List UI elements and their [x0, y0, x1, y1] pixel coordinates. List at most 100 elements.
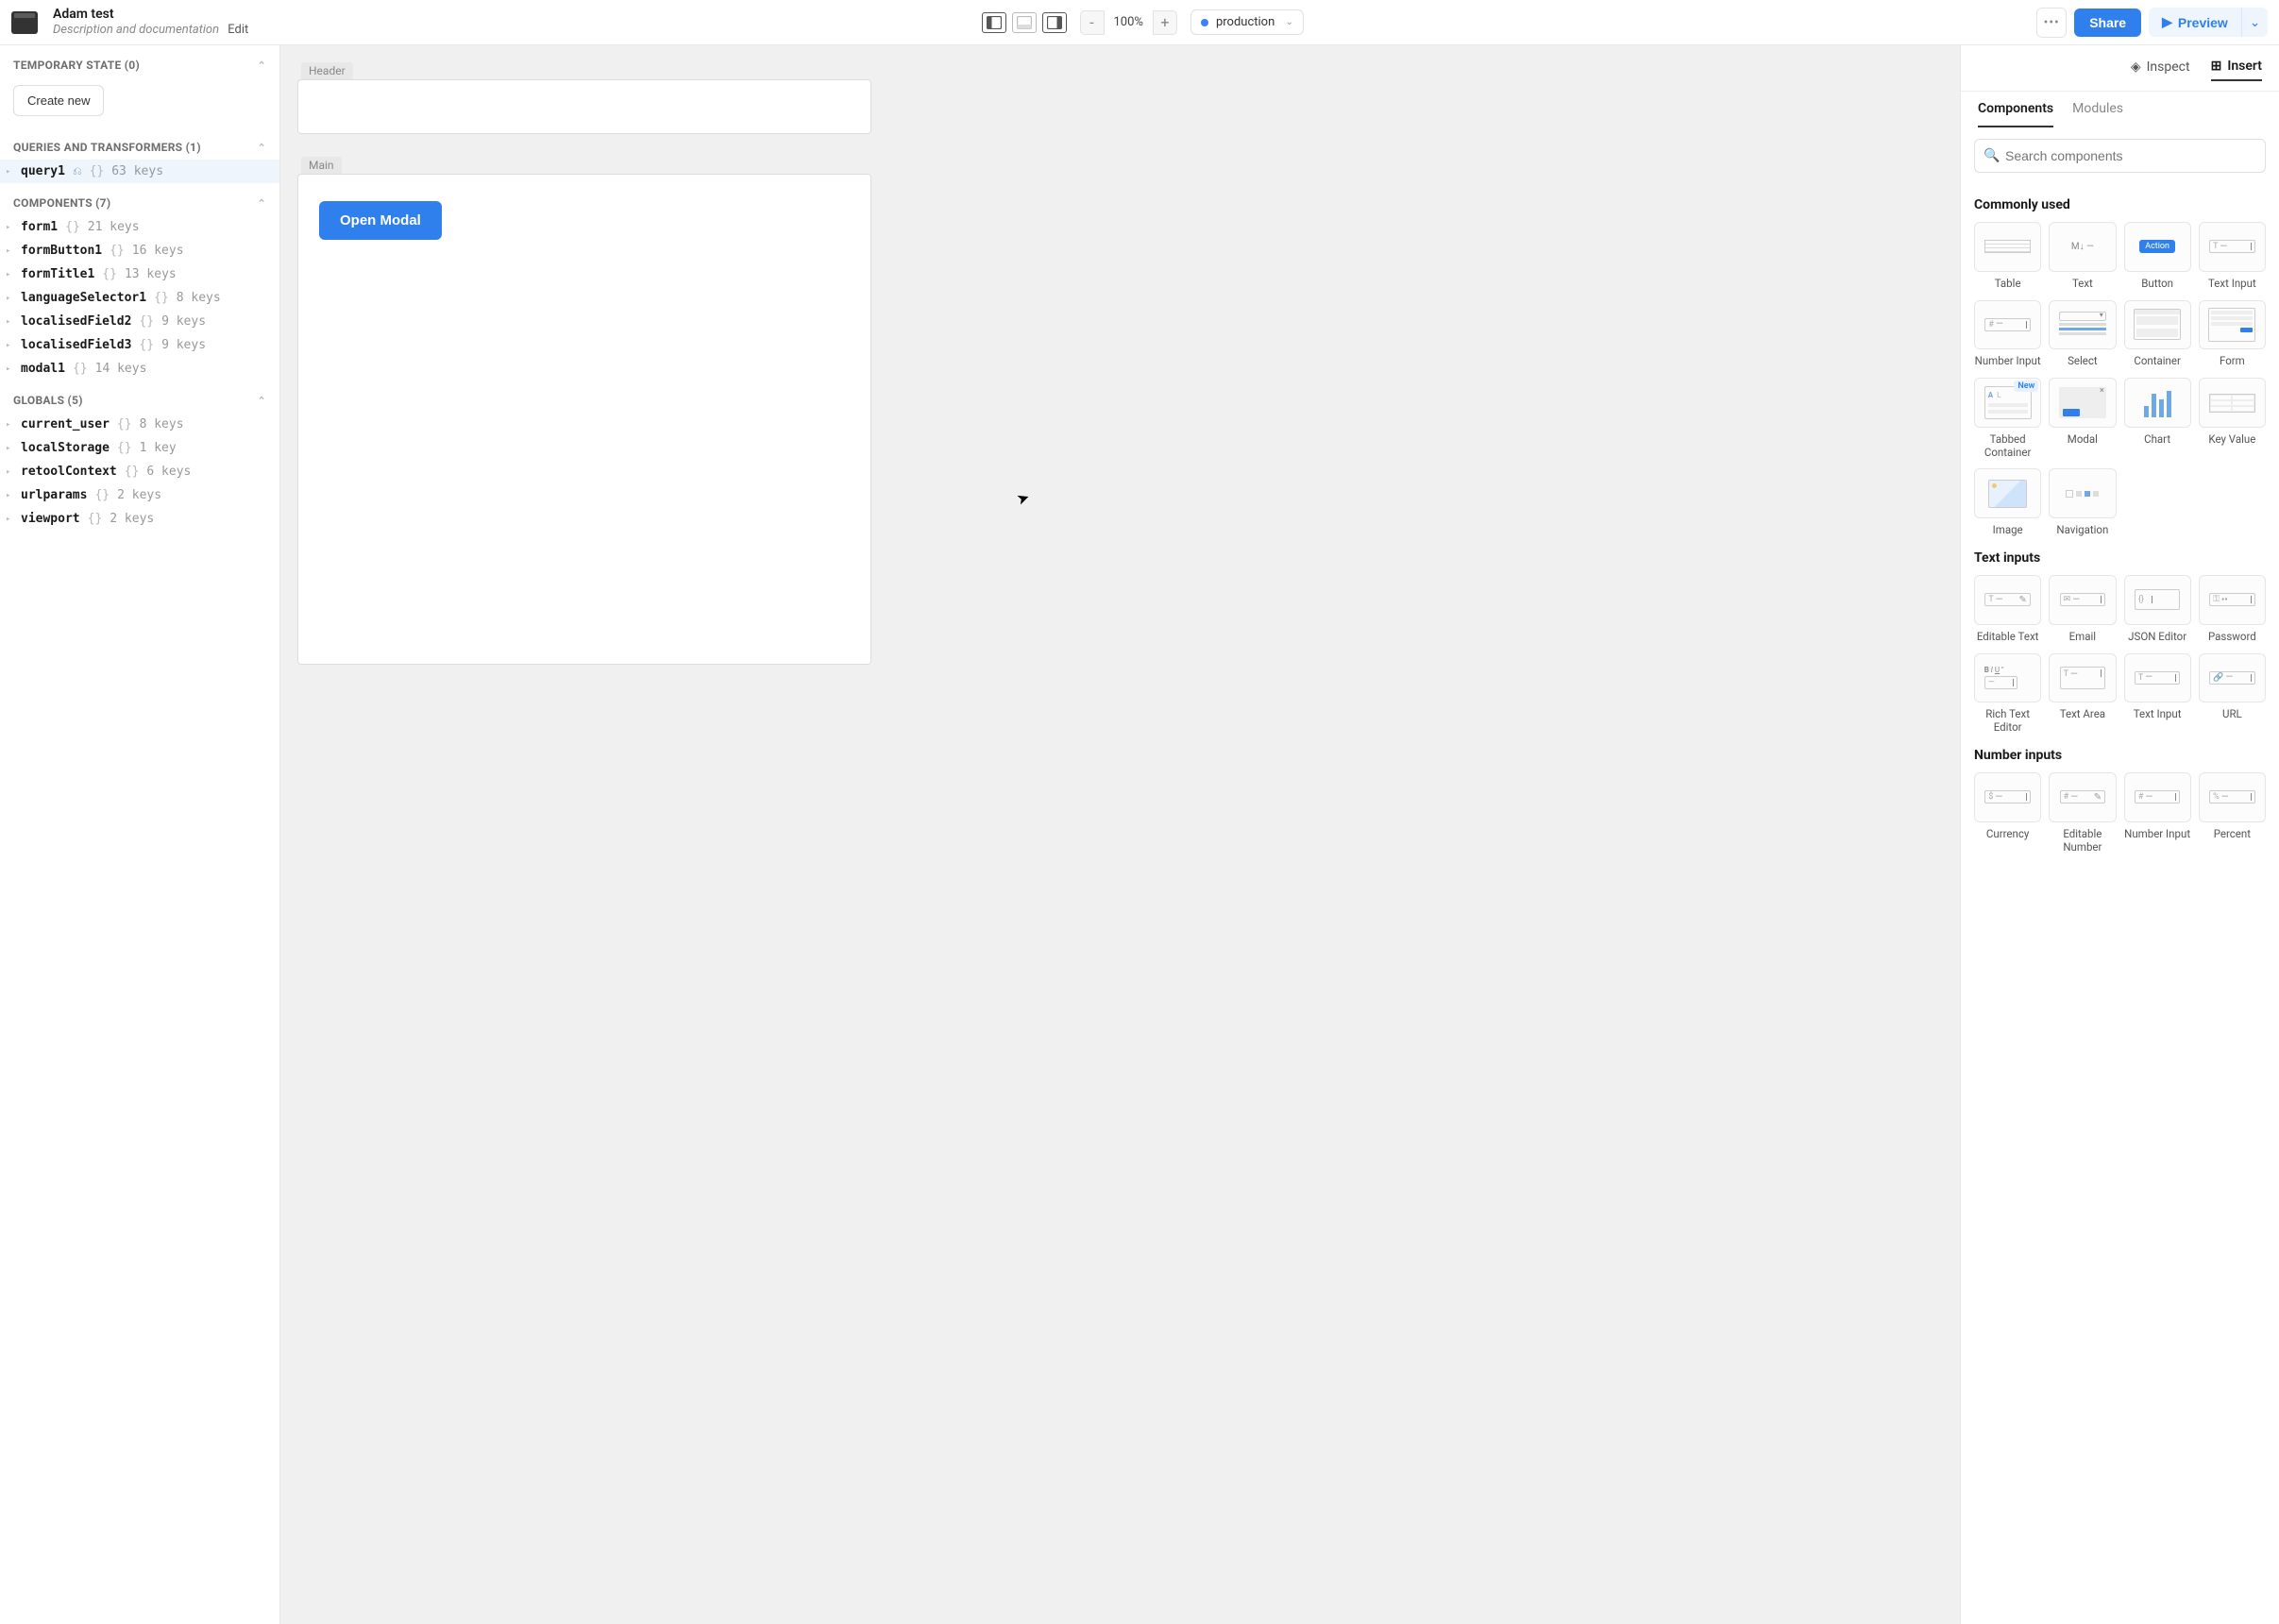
environment-select[interactable]: production ⌄ — [1190, 9, 1304, 35]
component-item-textarea[interactable]: T—Text Area — [2049, 653, 2116, 735]
component-item-rte[interactable]: B I U "—Rich Text Editor — [1974, 653, 2041, 735]
tree-row-formButton1[interactable]: ▸formButton1{}16 keys — [0, 239, 279, 262]
zoom-in-button[interactable]: + — [1153, 10, 1177, 35]
tree-row-localStorage[interactable]: ▸localStorage{}1 key — [0, 436, 279, 460]
play-icon: ▶ — [2162, 14, 2172, 30]
component-item-text[interactable]: M↓ —Text — [2049, 222, 2116, 291]
component-item-numberinput[interactable]: #— Number Input — [2124, 772, 2191, 854]
tree-row-viewport[interactable]: ▸viewport{}2 keys — [0, 507, 279, 531]
tree-row-localisedField3[interactable]: ▸localisedField3{}9 keys — [0, 333, 279, 357]
component-thumb: Action — [2124, 222, 2191, 272]
component-thumb: T— — [2124, 653, 2191, 703]
zoom-out-button[interactable]: - — [1080, 10, 1105, 35]
component-item-nav[interactable]: Navigation — [2049, 468, 2116, 537]
tree-row-name: query1 — [21, 164, 65, 178]
component-item-modal[interactable]: Modal — [2049, 378, 2116, 459]
component-item-tabbed[interactable]: ALNewTabbed Container — [1974, 378, 2041, 459]
share-button[interactable]: Share — [2074, 8, 2141, 37]
open-modal-button[interactable]: Open Modal — [319, 201, 442, 240]
layout-right-panel-toggle[interactable] — [1042, 12, 1067, 33]
tree-row-meta: 2 keys — [117, 488, 161, 502]
component-item-select[interactable]: Select — [2049, 300, 2116, 369]
tree-row-name: retoolContext — [21, 465, 117, 479]
component-item-image[interactable]: Image — [1974, 468, 2041, 537]
canvas-main-frame[interactable]: Open Modal — [297, 174, 871, 665]
canvas-header-frame[interactable] — [297, 79, 871, 134]
component-thumb: #— — [2124, 772, 2191, 822]
tree-row-urlparams[interactable]: ▸urlparams{}2 keys — [0, 483, 279, 507]
canvas-main-label: Main — [301, 157, 342, 174]
component-item-editnum[interactable]: #—✎Editable Number — [2049, 772, 2116, 854]
tree-row-current_user[interactable]: ▸current_user{}8 keys — [0, 413, 279, 436]
search-input[interactable] — [1974, 139, 2266, 173]
globals-section-header[interactable]: GLOBALS (5) ⌃ — [0, 381, 279, 413]
tree-row-meta: 8 keys — [140, 417, 184, 431]
page-subtitle: Description and documentation Edit — [53, 23, 248, 38]
tree-row-modal1[interactable]: ▸modal1{}14 keys — [0, 357, 279, 381]
chevron-up-icon: ⌃ — [257, 395, 266, 407]
component-thumb — [2199, 378, 2266, 428]
tree-row-form1[interactable]: ▸form1{}21 keys — [0, 215, 279, 239]
component-label: JSON Editor — [2128, 631, 2186, 644]
layout-left-panel-toggle[interactable] — [982, 12, 1006, 33]
component-item-textinput[interactable]: T—Text Input — [2199, 222, 2266, 291]
component-item-editabletext[interactable]: T—✎Editable Text — [1974, 575, 2041, 644]
tab-modules[interactable]: Modules — [2072, 101, 2123, 127]
component-label: URL — [2222, 708, 2242, 721]
braces-icon: {} — [139, 314, 154, 329]
temp-state-section-header[interactable]: TEMPORARY STATE (0) ⌃ — [0, 45, 279, 77]
component-item-button[interactable]: ActionButton — [2124, 222, 2191, 291]
preview-dropdown-button[interactable]: ⌄ — [2241, 8, 2268, 37]
component-item-url[interactable]: 🔗—URL — [2199, 653, 2266, 735]
edit-description-link[interactable]: Edit — [228, 23, 248, 37]
component-thumb: ALNew — [1974, 378, 2041, 428]
component-item-currency[interactable]: $—Currency — [1974, 772, 2041, 854]
caret-icon: ▸ — [6, 444, 13, 453]
component-item-percent[interactable]: %—Percent — [2199, 772, 2266, 854]
component-label: Number Input — [2124, 828, 2190, 841]
braces-icon: {} — [117, 417, 132, 431]
tree-row-query1[interactable]: ▸query1⎌{}63 keys — [0, 160, 279, 183]
tab-components[interactable]: Components — [1978, 101, 2053, 127]
component-list[interactable]: Commonly usedTableM↓ —TextActionButtonT—… — [1961, 184, 2279, 1624]
layout-bottom-panel-toggle[interactable] — [1012, 12, 1037, 33]
create-new-button[interactable]: Create new — [13, 85, 104, 116]
component-thumb — [1974, 468, 2041, 518]
preview-button[interactable]: ▶ Preview — [2149, 8, 2241, 37]
caret-icon: ▸ — [6, 270, 13, 279]
component-item-chart[interactable]: Chart — [2124, 378, 2191, 459]
search-icon: 🔍 — [1984, 148, 2000, 163]
component-item-table[interactable]: Table — [1974, 222, 2041, 291]
tab-insert[interactable]: ⊞ Insert — [2211, 59, 2262, 81]
caret-icon: ▸ — [6, 515, 13, 524]
component-thumb — [2049, 300, 2116, 350]
component-item-form[interactable]: Form — [2199, 300, 2266, 369]
caret-icon: ▸ — [6, 167, 13, 177]
app-icon[interactable] — [11, 11, 38, 34]
tree-row-name: localStorage — [21, 441, 110, 455]
component-thumb: ✉— — [2049, 575, 2116, 625]
tree-row-meta: 9 keys — [161, 314, 206, 329]
tree-row-localisedField2[interactable]: ▸localisedField2{}9 keys — [0, 310, 279, 333]
tree-row-name: formTitle1 — [21, 267, 94, 281]
component-item-container[interactable]: Container — [2124, 300, 2191, 369]
braces-icon: {} — [90, 164, 105, 178]
tree-row-formTitle1[interactable]: ▸formTitle1{}13 keys — [0, 262, 279, 286]
tree-row-retoolContext[interactable]: ▸retoolContext{}6 keys — [0, 460, 279, 483]
queries-section-header[interactable]: QUERIES AND TRANSFORMERS (1) ⌃ — [0, 127, 279, 160]
more-button[interactable]: ••• — [2036, 8, 2067, 38]
component-item-numberinput[interactable]: #—Number Input — [1974, 300, 2041, 369]
tree-row-languageSelector1[interactable]: ▸languageSelector1{}8 keys — [0, 286, 279, 310]
components-section-header[interactable]: COMPONENTS (7) ⌃ — [0, 183, 279, 215]
component-item-email[interactable]: ✉—Email — [2049, 575, 2116, 644]
component-item-json[interactable]: {}JSON Editor — [2124, 575, 2191, 644]
tree-row-meta: 14 keys — [95, 362, 147, 376]
component-label: Editable Text — [1977, 631, 2039, 644]
component-item-kv[interactable]: Key Value — [2199, 378, 2266, 459]
component-item-password[interactable]: ⚿••Password — [2199, 575, 2266, 644]
caret-icon: ▸ — [6, 467, 13, 477]
tab-inspect[interactable]: ◈ Inspect — [2131, 59, 2190, 81]
canvas[interactable]: Header Main Open Modal ➤ — [280, 45, 1960, 1624]
tree-row-meta: 1 key — [140, 441, 177, 455]
component-item-textinput[interactable]: T—Text Input — [2124, 653, 2191, 735]
